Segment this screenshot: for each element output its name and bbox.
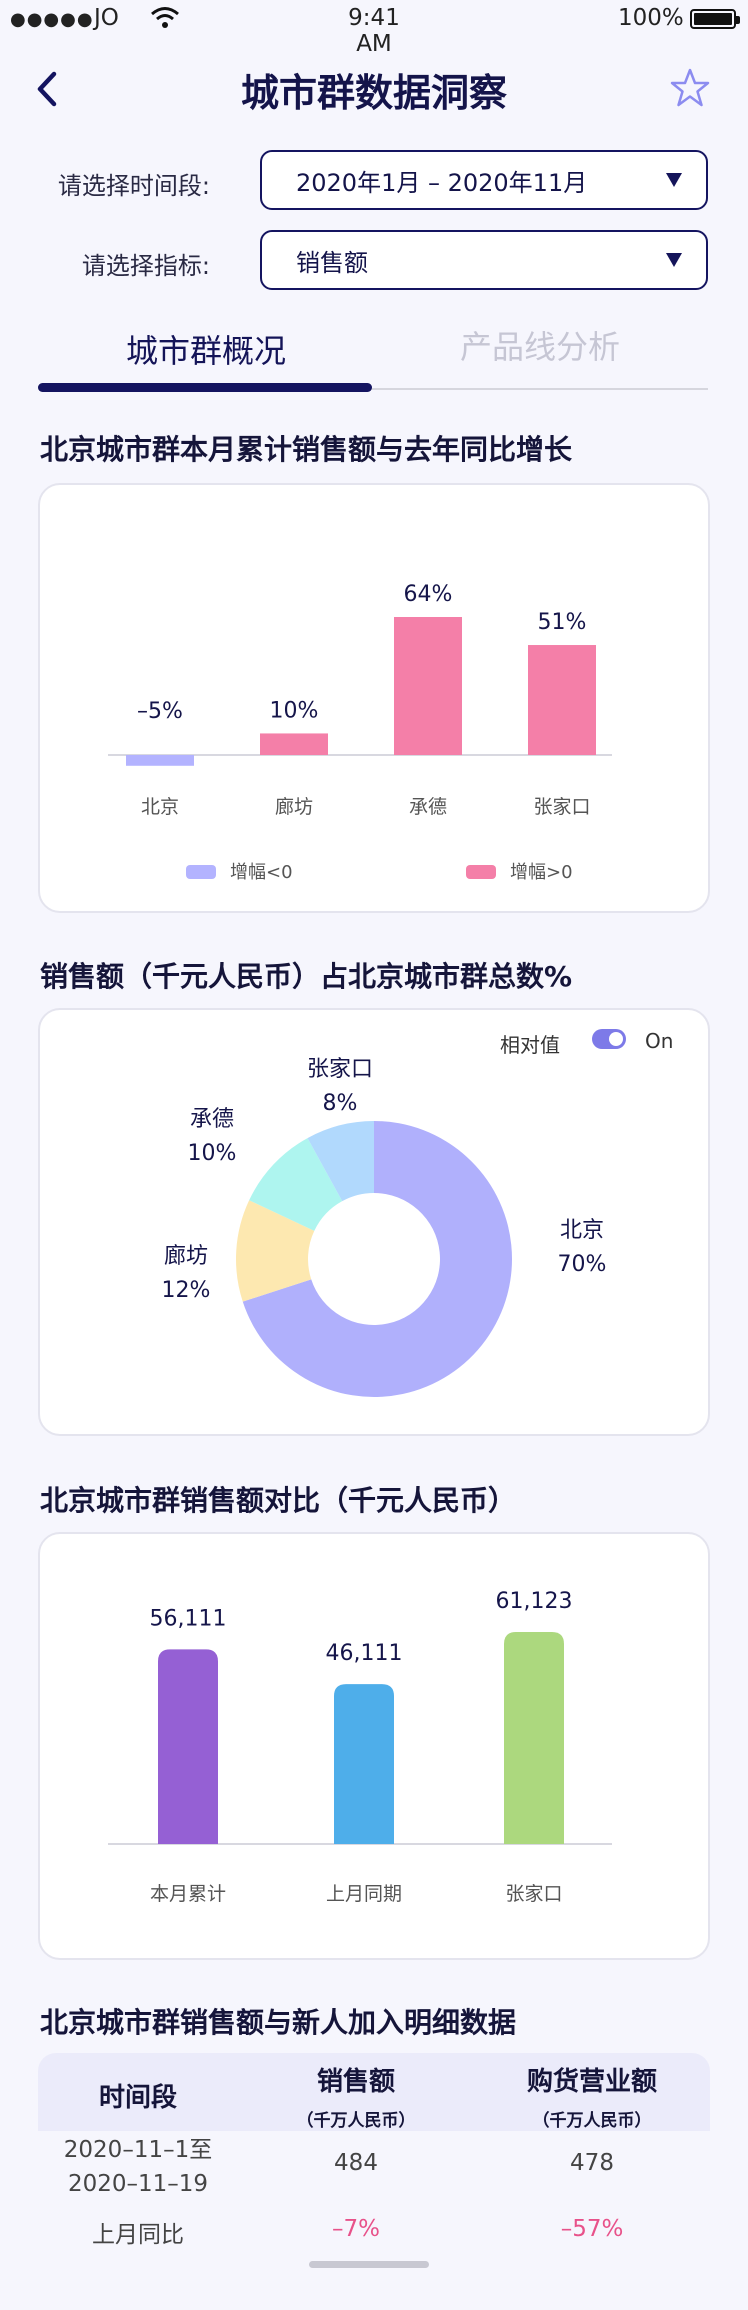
- wifi-icon: [150, 4, 180, 36]
- category-label-0: 本月累计: [150, 1883, 226, 1905]
- bar-value-label-2: 64%: [404, 582, 453, 607]
- category-label-0: 北京: [141, 796, 179, 818]
- pie-label-3: 张家口: [307, 1057, 373, 1082]
- category-label-1: 廊坊: [275, 796, 313, 818]
- bar-value-label-0: 56,111: [150, 1606, 227, 1631]
- pie-value-label-1: 12%: [162, 1278, 211, 1303]
- bar-value-label-2: 61,123: [496, 1589, 573, 1614]
- period-value: 2020年1月 – 2020年11月: [296, 168, 588, 197]
- growth-chart-card: –5% 北京 10% 廊坊 64% 承德 51% 张家口增幅<0 增幅>0: [38, 483, 710, 913]
- clock: 9:41 AM: [348, 5, 400, 57]
- signal-icon: ●●●●●: [10, 9, 94, 30]
- column-header-sales: 销售额 （千万人民币）: [296, 2067, 416, 2131]
- share-chart-card: 相对值 On 北京 70% 廊坊 12% 承德 10% 张家口 8%: [38, 1008, 710, 1436]
- bar-value-label-1: 46,111: [326, 1641, 403, 1666]
- section-title-growth: 北京城市群本月累计销售额与去年同比增长: [40, 433, 573, 466]
- legend-label-1: 增幅>0: [510, 862, 573, 883]
- relative-value-toggle[interactable]: [592, 1029, 626, 1049]
- table-row-1-turnover: 478: [570, 2150, 614, 2176]
- bar-value-label-0: –5%: [137, 699, 183, 724]
- period-select[interactable]: 2020年1月 – 2020年11月: [260, 150, 708, 210]
- carrier-name: JO: [94, 5, 119, 31]
- metric-label: 请选择指标:: [81, 252, 210, 280]
- compare-bar-chart: 56,111 本月累计 46,111 上月同期 61,123 张家口: [108, 1589, 612, 1905]
- section-title-compare: 北京城市群销售额对比（千元人民币）: [40, 1484, 517, 1517]
- pie-value-label-0: 70%: [558, 1252, 607, 1277]
- table-row-1-period: 2020–11–1至 2020–11–19: [63, 2137, 213, 2197]
- section-title-detail: 北京城市群销售额与新人加入明细数据: [40, 2006, 517, 2039]
- page-title: 城市群数据洞察: [240, 71, 507, 115]
- star-icon: [670, 68, 710, 107]
- pie-label-0: 北京: [560, 1218, 604, 1243]
- bar-value-label-1: 10%: [270, 698, 319, 723]
- category-label-2: 承德: [409, 796, 447, 818]
- caret-down-icon: [666, 253, 682, 267]
- category-label-3: 张家口: [533, 796, 590, 818]
- table-header: 时间段 销售额 （千万人民币） 购货营业额 （千万人民币）: [38, 2053, 710, 2131]
- legend-label-0: 增幅<0: [230, 862, 293, 883]
- bar-2: [504, 1632, 564, 1844]
- status-bar: ●●●●● JO 9:41 AM 100%: [0, 0, 748, 57]
- favorite-button[interactable]: [668, 66, 712, 110]
- column-header-period: 时间段: [98, 2083, 177, 2113]
- bar-0: [158, 1649, 218, 1844]
- battery-icon: [690, 9, 740, 29]
- category-label-2: 张家口: [505, 1883, 562, 1905]
- table-row-1-sales: 484: [334, 2150, 378, 2176]
- tab-active-indicator: [38, 383, 372, 392]
- pie-value-label-3: 8%: [323, 1091, 358, 1116]
- table-row-2-period: 上月同比: [92, 2222, 184, 2248]
- metric-select[interactable]: 销售额: [260, 230, 708, 290]
- share-donut-chart: 北京 70% 廊坊 12% 承德 10% 张家口 8%: [162, 1057, 607, 1397]
- detail-table: 时间段 销售额 （千万人民币） 购货营业额 （千万人民币） 2020–11–1至…: [38, 2053, 710, 2248]
- tab-overview[interactable]: 城市群概况: [40, 326, 372, 372]
- bar-2: [394, 617, 462, 755]
- section-title-share: 销售额（千元人民币）占北京城市群总数%: [40, 960, 573, 993]
- pie-value-label-2: 10%: [188, 1141, 237, 1166]
- battery-percent: 100%: [618, 5, 684, 31]
- column-header-turnover: 购货营业额 （千万人民币）: [526, 2067, 657, 2131]
- bar-0: [126, 755, 194, 766]
- table-row-2-turnover: –57%: [560, 2216, 624, 2242]
- table-row-2-sales: –7%: [332, 2216, 380, 2242]
- legend-swatch-1: [466, 865, 496, 879]
- legend-swatch-0: [186, 865, 216, 879]
- bar-1: [334, 1684, 394, 1844]
- category-label-1: 上月同期: [326, 1883, 402, 1905]
- caret-down-icon: [666, 173, 682, 187]
- bar-3: [528, 645, 596, 755]
- tab-product-line[interactable]: 产品线分析: [374, 322, 706, 368]
- growth-bar-chart: –5% 北京 10% 廊坊 64% 承德 51% 张家口增幅<0 增幅>0: [108, 582, 612, 883]
- metric-value: 销售额: [296, 248, 368, 277]
- pie-label-2: 承德: [190, 1107, 234, 1132]
- pie-label-1: 廊坊: [164, 1244, 208, 1269]
- bar-value-label-3: 51%: [538, 610, 587, 635]
- toggle-state: On: [645, 1029, 674, 1053]
- relative-value-label: 相对值: [500, 1033, 560, 1057]
- compare-chart-card: 56,111 本月累计 46,111 上月同期 61,123 张家口: [38, 1532, 710, 1960]
- bar-1: [260, 733, 328, 755]
- period-label: 请选择时间段:: [57, 172, 210, 200]
- home-indicator: [309, 2261, 429, 2268]
